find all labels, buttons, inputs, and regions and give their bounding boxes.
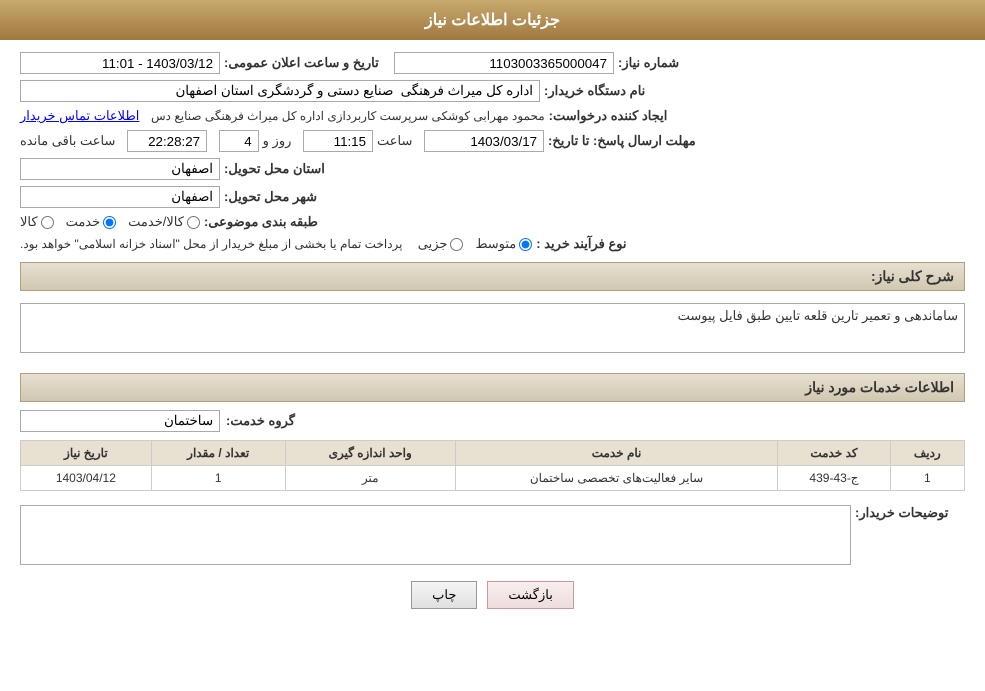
tarikh-label: تاریخ و ساعت اعلان عمومی: <box>224 55 379 71</box>
shomara-label: شماره نیاز: <box>618 55 728 71</box>
col-vahed: واحد اندازه گیری <box>285 441 455 466</box>
row-ostan: استان محل تحویل: <box>20 158 965 180</box>
radio-jozi-label: جزیی <box>418 236 448 252</box>
services-table: ردیف کد خدمت نام خدمت واحد اندازه گیری ت… <box>20 440 965 491</box>
nooe-desc: پرداخت تمام یا بخشی از مبلغ خریدار از مح… <box>20 237 403 251</box>
shomara-input[interactable] <box>394 52 614 74</box>
baqi-input[interactable] <box>127 130 207 152</box>
cell-name: سایر فعالیت‌های تخصصی ساختمان <box>455 466 778 491</box>
radio-kala-khedmat[interactable]: کالا/خدمت <box>128 214 200 230</box>
row-dastgah: نام دستگاه خریدار: <box>20 80 965 102</box>
gorooh-label: گروه خدمت: <box>226 413 336 429</box>
dastgah-label: نام دستگاه خریدار: <box>544 83 654 99</box>
ijad-link[interactable]: اطلاعات تماس خریدار <box>20 108 139 124</box>
col-tedad: تعداد / مقدار <box>151 441 285 466</box>
row-shomara: شماره نیاز: تاریخ و ساعت اعلان عمومی: <box>20 52 965 74</box>
radio-kala-input[interactable] <box>41 216 54 229</box>
nooe-radio-group: متوسط جزیی <box>418 236 533 252</box>
services-table-container: ردیف کد خدمت نام خدمت واحد اندازه گیری ت… <box>20 440 965 491</box>
table-row: 1 ج-43-439 سایر فعالیت‌های تخصصی ساختمان… <box>21 466 965 491</box>
shahr-label: شهر محل تحویل: <box>224 189 334 205</box>
row-mohlat: مهلت ارسال پاسخ: تا تاریخ: ساعت روز و سا… <box>20 130 965 152</box>
cell-tedad: 1 <box>151 466 285 491</box>
radio-khedmat-label: خدمت <box>66 214 101 230</box>
radio-kala[interactable]: کالا <box>20 214 54 230</box>
radio-motavasset-input[interactable] <box>519 238 532 251</box>
nooe-label: نوع فرآیند خرید : <box>536 236 646 252</box>
btn-bazgasht[interactable]: بازگشت <box>487 581 573 609</box>
row-tabaqe: طبقه بندی موضوعی: کالا/خدمت خدمت کالا <box>20 214 965 230</box>
khadamat-section-title: اطلاعات خدمات مورد نیاز <box>20 373 965 402</box>
table-header-row: ردیف کد خدمت نام خدمت واحد اندازه گیری ت… <box>21 441 965 466</box>
mohlat-label: مهلت ارسال پاسخ: تا تاریخ: <box>548 133 696 149</box>
ijad-value: محمود مهرابی کوشکی سرپرست کاربردازی ادار… <box>151 109 545 123</box>
page-wrapper: جزئیات اطلاعات نیاز شماره نیاز: تاریخ و … <box>0 0 985 691</box>
radio-kala-label: کالا <box>20 214 38 230</box>
radio-jozi-input[interactable] <box>450 238 463 251</box>
rooz-label: روز و <box>263 133 292 149</box>
rooz-input[interactable] <box>219 130 259 152</box>
baqi-label: ساعت باقی مانده <box>20 133 115 149</box>
sharh-desc-wrapper: ساماندهی و تعمیر تارین قلعه تایین طبق فا… <box>20 299 965 363</box>
sharh-desc-text: ساماندهی و تعمیر تارین قلعه تایین طبق فا… <box>678 308 958 323</box>
main-content: شماره نیاز: تاریخ و ساعت اعلان عمومی: نا… <box>0 40 985 637</box>
row-tawsif: توضیحات خریدار: <box>20 501 965 565</box>
radio-kala-khedmat-label: کالا/خدمت <box>128 214 184 230</box>
ijad-label: ایجاد کننده درخواست: <box>549 108 668 124</box>
radio-motavasset-label: متوسط <box>475 236 516 252</box>
tawsif-label: توضیحات خریدار: <box>855 505 965 521</box>
tabaqe-label: طبقه بندی موضوعی: <box>204 214 318 230</box>
ostan-label: استان محل تحویل: <box>224 161 334 177</box>
saat-input[interactable] <box>303 130 373 152</box>
row-gorooh: گروه خدمت: <box>20 410 965 432</box>
col-tarikh: تاریخ نیاز <box>21 441 152 466</box>
radio-khedmat[interactable]: خدمت <box>66 214 117 230</box>
col-kod: کد خدمت <box>778 441 890 466</box>
mohlat-date[interactable] <box>424 130 544 152</box>
cell-vahed: متر <box>285 466 455 491</box>
page-header: جزئیات اطلاعات نیاز <box>0 0 985 40</box>
ostan-input[interactable] <box>20 158 220 180</box>
row-shahr: شهر محل تحویل: <box>20 186 965 208</box>
cell-kod: ج-43-439 <box>778 466 890 491</box>
radio-khedmat-input[interactable] <box>103 216 116 229</box>
gorooh-input[interactable] <box>20 410 220 432</box>
radio-jozi[interactable]: جزیی <box>418 236 464 252</box>
page-title: جزئیات اطلاعات نیاز <box>425 12 560 29</box>
sharh-desc-box: ساماندهی و تعمیر تارین قلعه تایین طبق فا… <box>20 303 965 353</box>
btn-chap[interactable]: چاپ <box>411 581 477 609</box>
dastgah-input[interactable] <box>20 80 540 102</box>
tarikh-input[interactable] <box>20 52 220 74</box>
cell-tarikh: 1403/04/12 <box>21 466 152 491</box>
cell-radif: 1 <box>890 466 964 491</box>
col-radif: ردیف <box>890 441 964 466</box>
sharh-section-title: شرح کلی نیاز: <box>20 262 965 291</box>
saat-label: ساعت <box>377 133 412 149</box>
shahr-input[interactable] <box>20 186 220 208</box>
col-name: نام خدمت <box>455 441 778 466</box>
radio-kala-khedmat-input[interactable] <box>187 216 200 229</box>
button-row: بازگشت چاپ <box>20 581 965 625</box>
row-nooe: نوع فرآیند خرید : متوسط جزیی پرداخت تمام… <box>20 236 965 252</box>
row-ijad: ایجاد کننده درخواست: محمود مهرابی کوشکی … <box>20 108 965 124</box>
tabaqe-radio-group: کالا/خدمت خدمت کالا <box>20 214 200 230</box>
radio-motavasset[interactable]: متوسط <box>475 236 532 252</box>
tawsif-box <box>20 505 851 565</box>
